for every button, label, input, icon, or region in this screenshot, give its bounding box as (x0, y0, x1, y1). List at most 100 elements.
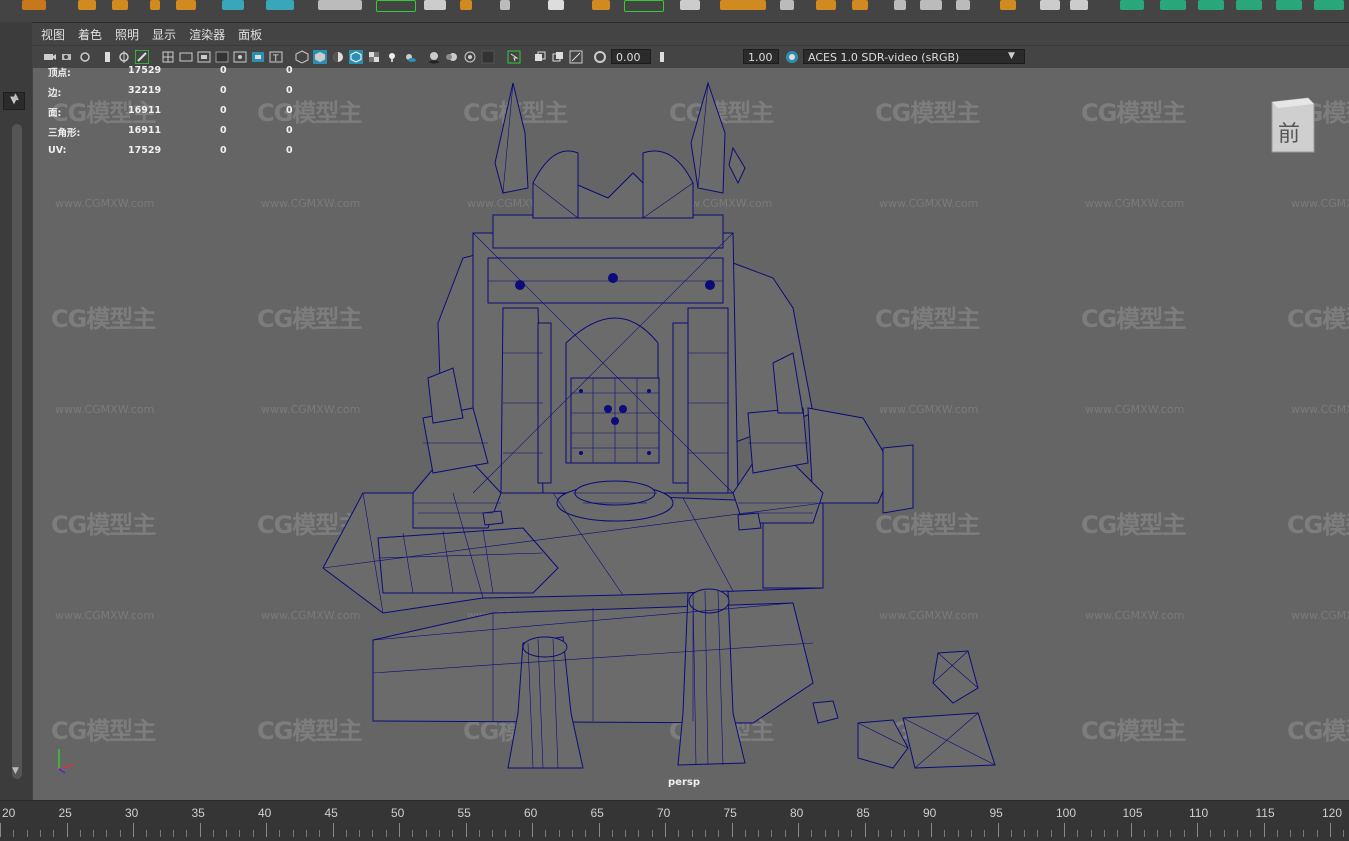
timeline-tick-label: 100 (1056, 806, 1077, 820)
stat-label: 边: (48, 88, 62, 99)
timeline-minor-tick (39, 830, 41, 837)
timeline-major-tick (133, 823, 134, 837)
shelf-icon[interactable] (1160, 0, 1186, 10)
timeline-minor-tick (292, 830, 294, 837)
stat-label: UV: (48, 145, 67, 156)
timeline-minor-tick (1290, 830, 1292, 837)
viewcube-icon[interactable]: 前 (1268, 96, 1316, 154)
shelf-icon[interactable] (624, 0, 664, 12)
timeline-minor-tick (172, 830, 174, 837)
shelf-icon[interactable] (424, 0, 446, 10)
timeline-minor-tick (1103, 830, 1105, 837)
shelf-icon[interactable] (816, 0, 836, 10)
shelf-icon[interactable] (318, 0, 362, 10)
timeline-minor-tick (106, 830, 108, 837)
timeline-major-tick (0, 823, 1, 837)
pillar-left (500, 307, 544, 494)
shelf-icon[interactable] (852, 0, 868, 10)
timeline-minor-tick (1117, 830, 1119, 837)
camera-name-label: persp (668, 777, 700, 788)
shelf-icon[interactable] (1120, 0, 1144, 10)
stat-label: 顶点: (48, 68, 71, 79)
shelf-icon[interactable] (720, 0, 766, 10)
scroll-down-icon[interactable]: ▼ (12, 766, 19, 776)
shelf-icon[interactable] (592, 0, 610, 10)
timeline-major-tick (997, 823, 999, 837)
shelf-icon[interactable] (1198, 0, 1224, 10)
timeline-minor-tick (811, 830, 813, 837)
timeline-tick-label: 110 (1189, 806, 1209, 820)
stat-value: 0 (220, 125, 227, 136)
timeline-tick-label: 85 (856, 806, 870, 820)
timeline-minor-tick (412, 830, 414, 837)
shelf-icon[interactable] (1314, 0, 1344, 10)
timeline-minor-tick (891, 830, 893, 837)
shelf-icon[interactable] (112, 0, 128, 10)
timeline-tick-label: 95 (989, 806, 1003, 820)
shelf-icon[interactable] (1276, 0, 1302, 10)
timeline-minor-tick (492, 830, 494, 837)
vertical-scrollbar[interactable] (12, 124, 22, 779)
shelf-icon[interactable] (1040, 0, 1060, 10)
shelf-icon[interactable] (780, 0, 794, 10)
shelf-icon[interactable] (1236, 0, 1262, 10)
timeline-minor-tick (771, 830, 773, 837)
timeline-minor-tick (691, 830, 693, 837)
shelf-icon[interactable] (1070, 0, 1088, 10)
timeline-tick-label: 65 (590, 806, 604, 820)
stat-value: 0 (220, 145, 227, 156)
rubble-rock-5 (737, 512, 762, 531)
small-pillar-right (882, 444, 914, 514)
timeline-minor-tick (758, 830, 760, 837)
timeline-minor-tick (984, 830, 986, 837)
timeline-minor-tick (1024, 830, 1026, 837)
timeline-major-tick (332, 823, 334, 837)
timeline-minor-tick (1050, 830, 1052, 837)
timeline-minor-tick (505, 830, 507, 837)
shelf-icon[interactable] (22, 0, 46, 10)
timeline-major-tick (931, 823, 932, 837)
shelf-icon[interactable] (894, 0, 906, 10)
timeline-minor-tick (119, 830, 121, 837)
timeline-tick-label: 25 (58, 806, 72, 820)
shelf-icon[interactable] (176, 0, 196, 10)
stat-value: 0 (286, 105, 293, 116)
shelf-strip (0, 0, 1349, 23)
shelf-icon[interactable] (376, 0, 416, 12)
timeline-major-tick (465, 823, 467, 837)
shelf-icon[interactable] (222, 0, 244, 10)
front-pillar-left-top (522, 636, 568, 658)
timeline-tick-label: 20 (2, 806, 16, 820)
timeline-minor-tick (212, 830, 214, 837)
viewport-panel[interactable]: 视图 着色 照明 显示 渲染器 面板 T 0.00 1.00 ACES 1.0 … (33, 23, 1349, 800)
stat-label: 三角形: (48, 128, 81, 139)
broken-tile-slab (377, 527, 559, 594)
time-slider[interactable]: 20 25 30 35 40 45 50 55 60 65 70 75 80 85 90 95 100 105 11… (0, 800, 1349, 841)
timeline-minor-tick (558, 830, 560, 837)
timeline-minor-tick (1316, 830, 1318, 837)
timeline-minor-tick (718, 830, 720, 837)
stat-row-vertices: 顶点: 17529 0 0 (48, 65, 308, 85)
timeline-minor-tick (917, 830, 919, 837)
shelf-icon[interactable] (680, 0, 700, 10)
floating-shard (728, 146, 746, 185)
timeline-major-tick (266, 823, 267, 837)
scroll-right (642, 150, 694, 219)
shelf-icon[interactable] (500, 0, 510, 10)
shelf-icon[interactable] (548, 0, 564, 10)
timeline-minor-tick (1343, 830, 1345, 837)
timeline-minor-tick (345, 830, 347, 837)
scroll-up-icon[interactable]: ▲ (12, 92, 19, 102)
shelf-icon[interactable] (150, 0, 160, 10)
shelf-icon[interactable] (266, 0, 294, 10)
timeline-minor-tick (239, 830, 241, 837)
timeline-tick-label: 60 (524, 806, 538, 820)
timeline-tick-label: 45 (324, 806, 338, 820)
shelf-icon[interactable] (460, 0, 472, 10)
shelf-icon[interactable] (78, 0, 96, 10)
timeline-minor-tick (279, 830, 281, 837)
shelf-icon[interactable] (920, 0, 942, 10)
timeline-major-tick (1197, 823, 1198, 837)
shelf-icon[interactable] (956, 0, 970, 10)
shelf-icon[interactable] (1000, 0, 1016, 10)
